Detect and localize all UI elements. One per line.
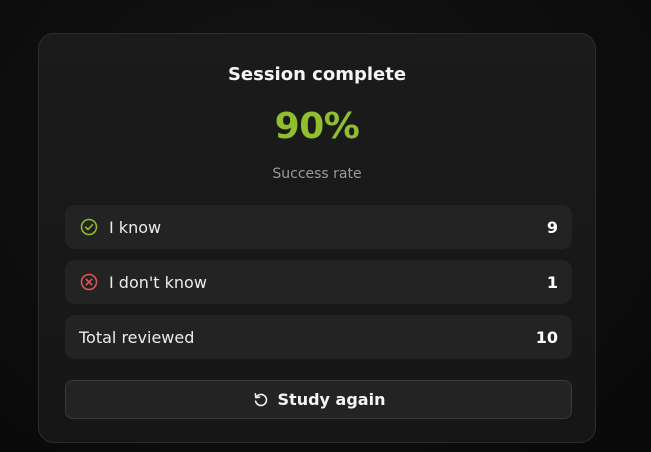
stat-row-know: I know 9 — [65, 205, 572, 249]
session-summary-card: Session complete 90% Success rate I know… — [38, 33, 596, 443]
stat-label-dont-know: I don't know — [109, 272, 207, 292]
stat-label-know: I know — [109, 217, 162, 237]
page: Session complete 90% Success rate I know… — [0, 0, 651, 452]
success-rate-label: Success rate — [272, 166, 362, 182]
study-again-button[interactable]: Study again — [65, 380, 572, 419]
stat-value-dont-know: 1 — [546, 272, 558, 292]
stat-label-total: Total reviewed — [79, 327, 195, 347]
stat-value-know: 9 — [546, 217, 558, 237]
stat-value-total: 10 — [535, 327, 558, 347]
x-circle-icon — [79, 272, 99, 292]
success-rate-value: 90% — [274, 106, 360, 147]
stat-row-dont-know: I don't know 1 — [65, 260, 572, 304]
stat-row-total: Total reviewed 10 — [65, 315, 572, 359]
study-again-label: Study again — [277, 390, 386, 409]
session-title: Session complete — [227, 64, 407, 85]
refresh-icon — [252, 391, 270, 409]
check-circle-icon — [79, 217, 99, 237]
